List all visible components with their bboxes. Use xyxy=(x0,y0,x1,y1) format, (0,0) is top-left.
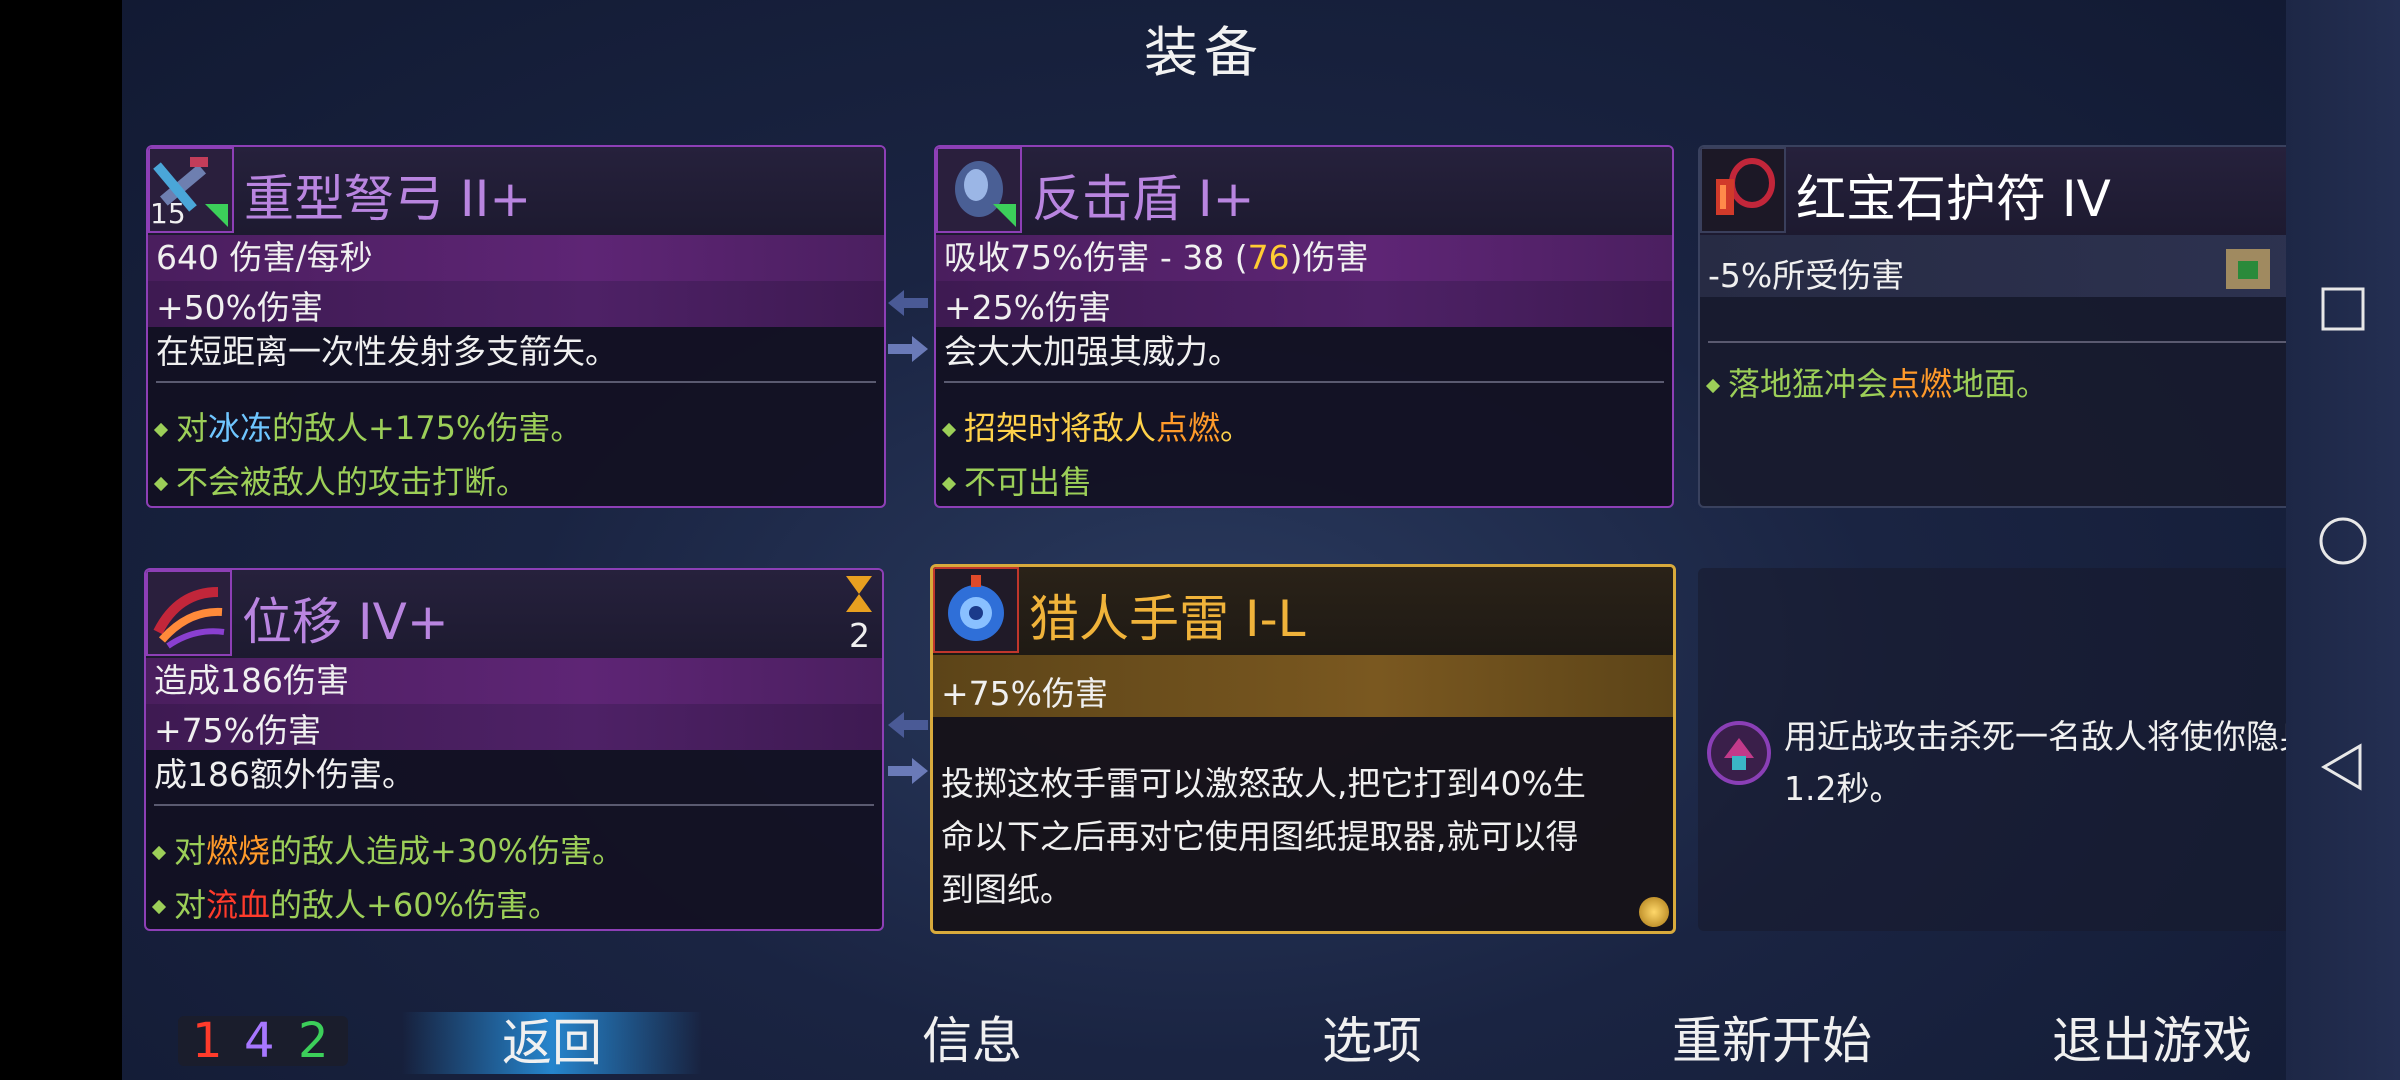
phaser-icon xyxy=(146,570,232,656)
damage-reduction: -5%所受伤害 xyxy=(1708,256,1905,295)
swap-right-arrow-icon[interactable] xyxy=(888,334,928,364)
system-navigation-bar xyxy=(2286,0,2400,1080)
brutality-count: 1 xyxy=(192,1013,223,1069)
affix-1: 对冰冻的敌人+175%伤害。 xyxy=(153,403,582,449)
skill-name: 位移 IV+ xyxy=(242,593,449,651)
ruby-amulet-icon xyxy=(1700,147,1786,233)
skill-name: 猎人手雷 I-L xyxy=(1029,590,1306,648)
damage-stat: 造成186伤害 xyxy=(154,661,349,700)
mutation-description-line-1: 用近战攻击杀死一名敌人将使你隐身 xyxy=(1784,717,2286,756)
ammo-badge: 15 xyxy=(150,197,186,230)
recent-apps-icon[interactable] xyxy=(2320,286,2366,332)
options-button[interactable]: 选项 xyxy=(1272,1002,1472,1080)
skill-card-shift[interactable]: 位移 IV+ 2 造成186伤害 +75%伤害 成186额外伤害。 对燃烧的敌人… xyxy=(144,568,884,931)
back-button[interactable]: 返回 xyxy=(402,1012,702,1074)
hourglass-icon xyxy=(846,576,872,612)
cooldown-value: 2 xyxy=(849,616,870,655)
mutation-description-line-2: 1.2秒。 xyxy=(1784,769,1903,808)
weapon-name: 重型弩弓 II+ xyxy=(244,170,532,228)
dps-stat: 640 伤害/每秒 xyxy=(156,238,373,277)
survival-count: 2 xyxy=(298,1013,329,1069)
mutation-icon xyxy=(1707,721,1771,785)
skill-description-line-2: 命以下之后再对它使用图纸提取器,就可以得 xyxy=(941,817,1579,856)
amulet-card[interactable]: 红宝石护符 IV -5%所受伤害 1 落地猛冲会点燃地面。 xyxy=(1698,145,2286,508)
absorb-stat: 吸收75%伤害 - 38 (76)伤害 xyxy=(944,238,1369,277)
quit-game-button[interactable]: 退出游戏 xyxy=(2022,1002,2282,1080)
weapon-name: 反击盾 I+ xyxy=(1032,170,1255,228)
swap-left-arrow-icon[interactable] xyxy=(888,288,928,318)
grenade-icon xyxy=(933,567,1019,653)
skill-description-line-3: 到图纸。 xyxy=(941,870,1073,909)
skill-card-grenade[interactable]: 猎人手雷 I-L +75%伤害 投掷这枚手雷可以激怒敌人,把它打到40%生 命以… xyxy=(930,564,1676,934)
divider xyxy=(944,381,1664,383)
affix-2: 不可出售 xyxy=(941,457,1092,503)
back-nav-icon[interactable] xyxy=(2320,742,2366,792)
restart-button[interactable]: 重新开始 xyxy=(1622,1002,1922,1080)
tactics-count: 4 xyxy=(244,1013,275,1069)
mutation-card[interactable]: 用近战攻击杀死一名敌人将使你隐身 1.2秒。 xyxy=(1698,568,2286,931)
divider xyxy=(154,804,874,806)
skill-description: 成186额外伤害。 xyxy=(154,755,415,794)
info-button[interactable]: 信息 xyxy=(872,1002,1072,1080)
divider xyxy=(1708,341,2286,343)
affix-2: 对流血的敌人+60%伤害。 xyxy=(151,880,560,926)
weapon-card-shield[interactable]: 反击盾 I+ 吸收75%伤害 - 38 (76)伤害 +25%伤害 会大大加强其… xyxy=(934,145,1674,508)
skill-description-line-1: 投掷这枚手雷可以激怒敌人,把它打到40%生 xyxy=(941,764,1586,803)
swap-right-arrow-icon[interactable] xyxy=(888,756,928,786)
weapon-description: 会大大加强其威力。 xyxy=(944,332,1241,371)
scroll-icon xyxy=(2226,249,2270,289)
affix-1: 招架时将敌人点燃。 xyxy=(941,403,1252,449)
damage-bonus: +75%伤害 xyxy=(941,674,1108,713)
inventory-screen: 装备 15 重型弩弓 II+ 640 伤害/每秒 +50%伤害 在短距离一次性发… xyxy=(122,0,2286,1080)
damage-bonus: +50%伤害 xyxy=(156,288,323,327)
amulet-name: 红宝石护符 IV xyxy=(1796,170,2111,228)
swap-left-arrow-icon[interactable] xyxy=(888,710,928,740)
weapon-description: 在短距离一次性发射多支箭矢。 xyxy=(156,332,618,371)
damage-bonus: +25%伤害 xyxy=(944,288,1111,327)
shield-icon xyxy=(936,147,1022,233)
weapon-card-crossbow[interactable]: 15 重型弩弓 II+ 640 伤害/每秒 +50%伤害 在短距离一次性发射多支… xyxy=(146,145,886,508)
affix-2: 不会被敌人的攻击打断。 xyxy=(153,457,528,503)
damage-bonus: +75%伤害 xyxy=(154,711,321,750)
page-title: 装备 xyxy=(1144,21,1264,84)
affix-1: 对燃烧的敌人造成+30%伤害。 xyxy=(151,826,624,872)
home-icon[interactable] xyxy=(2318,516,2368,566)
divider xyxy=(156,381,876,383)
bottom-menu: 1 4 2 返回 信息 选项 重新开始 退出游戏 xyxy=(122,1002,2286,1080)
legendary-corner-ornament xyxy=(1639,897,1669,927)
scroll-stat-counters: 1 4 2 xyxy=(178,1016,348,1066)
affix-1: 落地猛冲会点燃地面。 xyxy=(1705,359,2048,405)
